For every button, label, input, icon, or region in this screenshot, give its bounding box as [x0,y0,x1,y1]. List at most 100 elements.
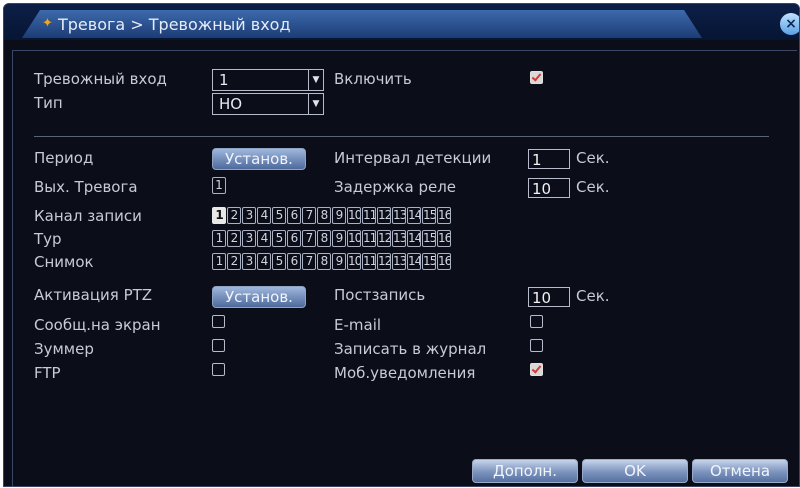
post-record-label: Постзапись [334,286,426,304]
snapshot-channel-4[interactable]: 4 [257,253,271,270]
record-channel-channel-4[interactable]: 4 [257,207,271,224]
ptz-set-button[interactable]: Установ. [212,286,306,308]
record-channel-label: Канал записи [34,207,142,225]
tour-channel-16[interactable]: 16 [437,230,451,247]
tour-channel-14[interactable]: 14 [407,230,421,247]
snapshot-channel-grid: 1 2 3 4 5 6 7 8 9 10 11 12 13 14 15 16 [212,253,452,273]
alarm-out-label: Вых. Тревога [34,178,138,196]
record-channel-channel-9[interactable]: 9 [332,207,346,224]
tour-channel-9[interactable]: 9 [332,230,346,247]
tour-label: Тур [34,230,62,248]
record-channel-grid: 1 2 3 4 5 6 7 8 9 10 11 12 13 14 15 16 [212,207,452,227]
record-channel-channel-7[interactable]: 7 [302,207,316,224]
record-channel-channel-14[interactable]: 14 [407,207,421,224]
snapshot-channel-5[interactable]: 5 [272,253,286,270]
record-channel-channel-12[interactable]: 12 [377,207,391,224]
tour-channel-11[interactable]: 11 [362,230,376,247]
record-channel-channel-10[interactable]: 10 [347,207,361,224]
record-channel-channel-2[interactable]: 2 [227,207,241,224]
alarm-input-select[interactable]: 1 ▼ [212,69,324,91]
email-label: E-mail [334,316,382,334]
chevron-down-icon: ▼ [308,70,323,90]
ok-button[interactable]: OK [582,459,688,483]
email-checkbox[interactable] [530,315,543,328]
period-set-button[interactable]: Установ. [212,148,306,170]
tour-channel-13[interactable]: 13 [392,230,406,247]
snapshot-channel-10[interactable]: 10 [347,253,361,270]
record-channel-channel-13[interactable]: 13 [392,207,406,224]
show-message-label: Сообщ.на экран [34,316,161,334]
snapshot-channel-11[interactable]: 11 [362,253,376,270]
relay-delay-unit: Сек. [576,178,610,196]
snapshot-channel-16[interactable]: 16 [437,253,451,270]
relay-delay-input[interactable]: 10 [528,178,570,198]
tour-channel-1[interactable]: 1 [212,230,226,247]
type-label: Тип [34,94,63,112]
alarm-input-value: 1 [219,71,229,89]
alarm-bell-icon: ✦ [42,16,53,31]
section-divider [34,136,769,137]
relay-delay-label: Задержка реле [334,178,457,196]
tour-channel-3[interactable]: 3 [242,230,256,247]
ftp-checkbox[interactable] [212,363,225,376]
tour-channel-15[interactable]: 15 [422,230,436,247]
record-channel-channel-11[interactable]: 11 [362,207,376,224]
enable-label: Включить [334,70,412,88]
record-channel-channel-15[interactable]: 15 [422,207,436,224]
tour-channel-5[interactable]: 5 [272,230,286,247]
alarm-input-window: ✦ Тревога > Тревожный вход × Тревожный в… [3,3,800,487]
tour-channel-2[interactable]: 2 [227,230,241,247]
window-title: Тревога > Тревожный вход [58,15,291,34]
record-channel-channel-16[interactable]: 16 [437,207,451,224]
cancel-button[interactable]: Отмена [692,459,788,483]
alarm-input-label: Тревожный вход [34,70,167,88]
write-log-checkbox[interactable] [530,339,543,352]
snapshot-channel-9[interactable]: 9 [332,253,346,270]
period-label: Период [34,149,94,167]
snapshot-label: Снимок [34,253,94,271]
post-record-input[interactable]: 10 [528,287,570,307]
tour-channel-6[interactable]: 6 [287,230,301,247]
buzzer-label: Зуммер [34,340,94,358]
tour-channel-8[interactable]: 8 [317,230,331,247]
record-channel-channel-5[interactable]: 5 [272,207,286,224]
ftp-label: FTP [34,364,61,382]
chevron-down-icon: ▼ [308,94,323,114]
ptz-label: Активация PTZ [34,286,153,304]
tour-channel-grid: 1 2 3 4 5 6 7 8 9 10 11 12 13 14 15 16 [212,230,452,250]
detect-interval-input[interactable]: 1 [528,149,570,169]
record-channel-channel-3[interactable]: 3 [242,207,256,224]
record-channel-channel-1[interactable]: 1 [212,207,226,224]
record-channel-channel-8[interactable]: 8 [317,207,331,224]
type-value: НО [219,95,243,113]
tour-channel-10[interactable]: 10 [347,230,361,247]
show-message-checkbox[interactable] [212,315,225,328]
snapshot-channel-1[interactable]: 1 [212,253,226,270]
tour-channel-12[interactable]: 12 [377,230,391,247]
enable-checkbox[interactable] [530,71,543,84]
snapshot-channel-6[interactable]: 6 [287,253,301,270]
detect-interval-unit: Сек. [576,149,610,167]
title-bar: ✦ Тревога > Тревожный вход × [4,4,799,40]
type-select[interactable]: НО ▼ [212,93,324,115]
tour-channel-7[interactable]: 7 [302,230,316,247]
snapshot-channel-3[interactable]: 3 [242,253,256,270]
snapshot-channel-7[interactable]: 7 [302,253,316,270]
snapshot-channel-13[interactable]: 13 [392,253,406,270]
snapshot-channel-8[interactable]: 8 [317,253,331,270]
mobile-notify-checkbox[interactable] [530,363,543,376]
snapshot-channel-2[interactable]: 2 [227,253,241,270]
advanced-button[interactable]: Дополн. [472,459,578,483]
alarm-out-channel-1[interactable]: 1 [212,177,226,194]
snapshot-channel-14[interactable]: 14 [407,253,421,270]
record-channel-channel-6[interactable]: 6 [287,207,301,224]
post-record-unit: Сек. [576,287,610,305]
close-icon: × [785,16,797,32]
tour-channel-4[interactable]: 4 [257,230,271,247]
buzzer-checkbox[interactable] [212,339,225,352]
mobile-notify-label: Моб.уведомления [334,364,476,382]
close-button[interactable]: × [780,13,799,35]
snapshot-channel-15[interactable]: 15 [422,253,436,270]
snapshot-channel-12[interactable]: 12 [377,253,391,270]
detect-interval-label: Интервал детекции [334,149,492,167]
